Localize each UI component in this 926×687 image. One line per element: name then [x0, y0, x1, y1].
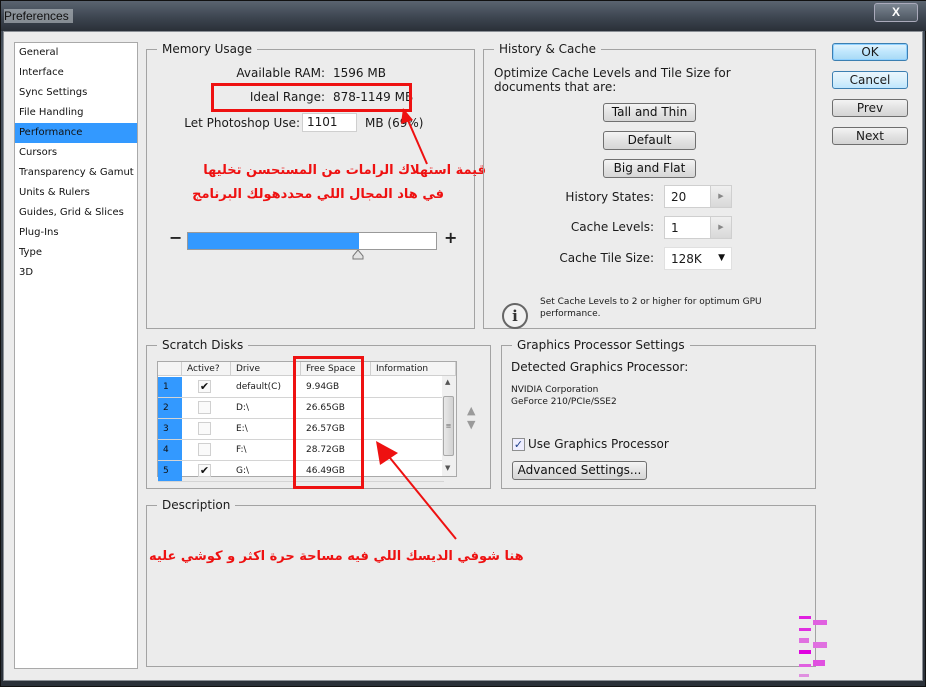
move-down-icon[interactable]: ▼ — [467, 418, 475, 432]
history-cache-title: History & Cache — [494, 42, 601, 56]
artifact-noise — [799, 616, 827, 677]
cache-levels-label: Cache Levels: — [570, 220, 654, 234]
drive-cell: F:\ — [236, 445, 247, 455]
memory-slider-fill — [188, 233, 360, 249]
close-button[interactable]: X — [874, 3, 918, 22]
cache-levels-value: 1 — [671, 221, 679, 235]
graphics-processor-group: Graphics Processor Settings Detected Gra… — [501, 338, 816, 489]
history-states-value: 20 — [671, 190, 687, 204]
available-ram-label: Available RAM: — [236, 66, 325, 80]
use-gpu-label[interactable]: Use Graphics Processor — [528, 437, 669, 451]
sidebar-item-general[interactable]: General — [15, 43, 137, 63]
sidebar-item-cursors[interactable]: Cursors — [15, 143, 137, 163]
sidebar-item-units-rulers[interactable]: Units & Rulers — [15, 183, 137, 203]
sidebar-item-plug-ins[interactable]: Plug-Ins — [15, 223, 137, 243]
gpu-vendor: NVIDIA Corporation — [511, 385, 599, 395]
drive-cell: G:\ — [236, 466, 250, 476]
active-checkbox[interactable]: ✔ — [198, 380, 211, 393]
gpu-cache-info-text: Set Cache Levels to 2 or higher for opti… — [540, 297, 762, 319]
available-ram-row: Available RAM: 1596 MB — [147, 66, 476, 82]
sidebar-item-3d[interactable]: 3D — [15, 263, 137, 283]
description-group: Description هنا شوفي الديسك اللي فيه مسا… — [146, 498, 816, 667]
chevron-down-icon: ▼ — [718, 253, 725, 263]
memory-slider-thumb[interactable] — [352, 250, 364, 260]
memory-slider-track[interactable] — [187, 232, 437, 250]
move-up-icon[interactable]: ▲ — [467, 404, 475, 418]
cache-tile-size-label: Cache Tile Size: — [559, 251, 654, 265]
big-and-flat-button[interactable]: Big and Flat — [603, 159, 696, 178]
scratch-disks-title: Scratch Disks — [157, 338, 249, 352]
history-states-field[interactable]: 20 ▶ — [664, 185, 732, 208]
graphics-processor-title: Graphics Processor Settings — [512, 338, 690, 352]
cache-tile-size-select[interactable]: 128K ▼ — [664, 247, 732, 270]
column-header-active[interactable]: Active? — [182, 362, 231, 376]
increase-memory-button[interactable]: + — [444, 228, 457, 247]
drive-cell: D:\ — [236, 403, 249, 413]
title-bar[interactable]: Preferences X — [1, 1, 926, 31]
active-checkbox[interactable] — [198, 422, 211, 435]
reorder-buttons: ▲ ▼ — [467, 404, 475, 432]
information-cell — [376, 419, 436, 439]
row-number: 1 — [158, 377, 182, 397]
scroll-up-icon[interactable]: ▲ — [445, 378, 450, 386]
next-button[interactable]: Next — [832, 127, 908, 145]
dialog-client: General Interface Sync Settings File Handli… — [3, 31, 923, 681]
category-list: General Interface Sync Settings File Handli… — [14, 42, 138, 669]
sidebar-item-sync-settings[interactable]: Sync Settings — [15, 83, 137, 103]
annotation-arrow-ram — [401, 108, 428, 165]
cache-tile-size-value: 128K — [671, 252, 702, 266]
advanced-settings-button[interactable]: Advanced Settings... — [512, 461, 647, 480]
tall-and-thin-button[interactable]: Tall and Thin — [603, 103, 696, 122]
optimize-description: Optimize Cache Levels and Tile Size for … — [494, 66, 731, 94]
active-checkbox[interactable]: ✔ — [198, 464, 211, 477]
gpu-model: GeForce 210/PCIe/SSE2 — [511, 397, 617, 407]
sidebar-item-type[interactable]: Type — [15, 243, 137, 263]
history-cache-group: History & Cache Optimize Cache Levels an… — [483, 42, 816, 329]
history-states-label: History States: — [565, 190, 654, 204]
available-ram-value: 1596 MB — [333, 66, 386, 80]
disk-annotation: هنا شوفي الديسك اللي فيه مساحة حرة اكثر … — [149, 549, 524, 564]
use-gpu-checkbox[interactable]: ✓ — [512, 438, 525, 451]
detected-gpu-label: Detected Graphics Processor: — [511, 360, 689, 374]
ideal-range-highlight — [211, 83, 412, 112]
sidebar-item-transparency-gamut[interactable]: Transparency & Gamut — [15, 163, 137, 183]
default-button[interactable]: Default — [603, 131, 696, 150]
ram-annotation-line2: في هاد المجال اللي محددهولك البرنامج — [192, 187, 444, 202]
memory-usage-group: Memory Usage Available RAM: 1596 MB Idea… — [146, 42, 486, 329]
information-cell — [376, 398, 436, 418]
cancel-button[interactable]: Cancel — [832, 71, 908, 89]
photoshop-use-label: Let Photoshop Use: — [184, 116, 300, 130]
column-header-drive[interactable]: Drive — [231, 362, 301, 376]
sidebar-item-performance[interactable]: Performance — [15, 123, 137, 143]
row-number: 4 — [158, 440, 182, 460]
history-states-stepper[interactable]: ▶ — [710, 186, 731, 207]
row-number: 3 — [158, 419, 182, 439]
row-number: 2 — [158, 398, 182, 418]
memory-usage-title: Memory Usage — [157, 42, 258, 56]
preferences-window: Preferences X General Interface Sync Setti… — [0, 0, 926, 687]
window-title: Preferences — [4, 9, 73, 23]
annotation-arrow-disk — [376, 441, 457, 540]
drive-cell: E:\ — [236, 424, 248, 434]
sidebar-item-interface[interactable]: Interface — [15, 63, 137, 83]
photoshop-use-input[interactable]: 1101 — [302, 113, 357, 132]
column-header-information[interactable]: Information — [371, 362, 456, 376]
active-checkbox[interactable] — [198, 443, 211, 456]
info-icon: i — [502, 303, 528, 329]
decrease-memory-button[interactable]: − — [169, 228, 182, 247]
column-header-num — [158, 362, 182, 376]
cache-levels-field[interactable]: 1 ▶ — [664, 216, 732, 239]
drive-cell: default(C) — [236, 382, 281, 392]
information-cell — [376, 377, 436, 397]
sidebar-item-file-handling[interactable]: File Handling — [15, 103, 137, 123]
prev-button[interactable]: Prev — [832, 99, 908, 117]
ok-button[interactable]: OK — [832, 43, 908, 61]
ram-annotation-line1: قيمة استهلاك الرامات من المستحسن تخليها — [203, 163, 486, 178]
row-number: 5 — [158, 461, 182, 481]
active-checkbox[interactable] — [198, 401, 211, 414]
free-space-highlight — [293, 356, 364, 489]
cache-levels-stepper[interactable]: ▶ — [710, 217, 731, 238]
description-title: Description — [157, 498, 236, 512]
sidebar-item-guides-grid-slices[interactable]: Guides, Grid & Slices — [15, 203, 137, 223]
